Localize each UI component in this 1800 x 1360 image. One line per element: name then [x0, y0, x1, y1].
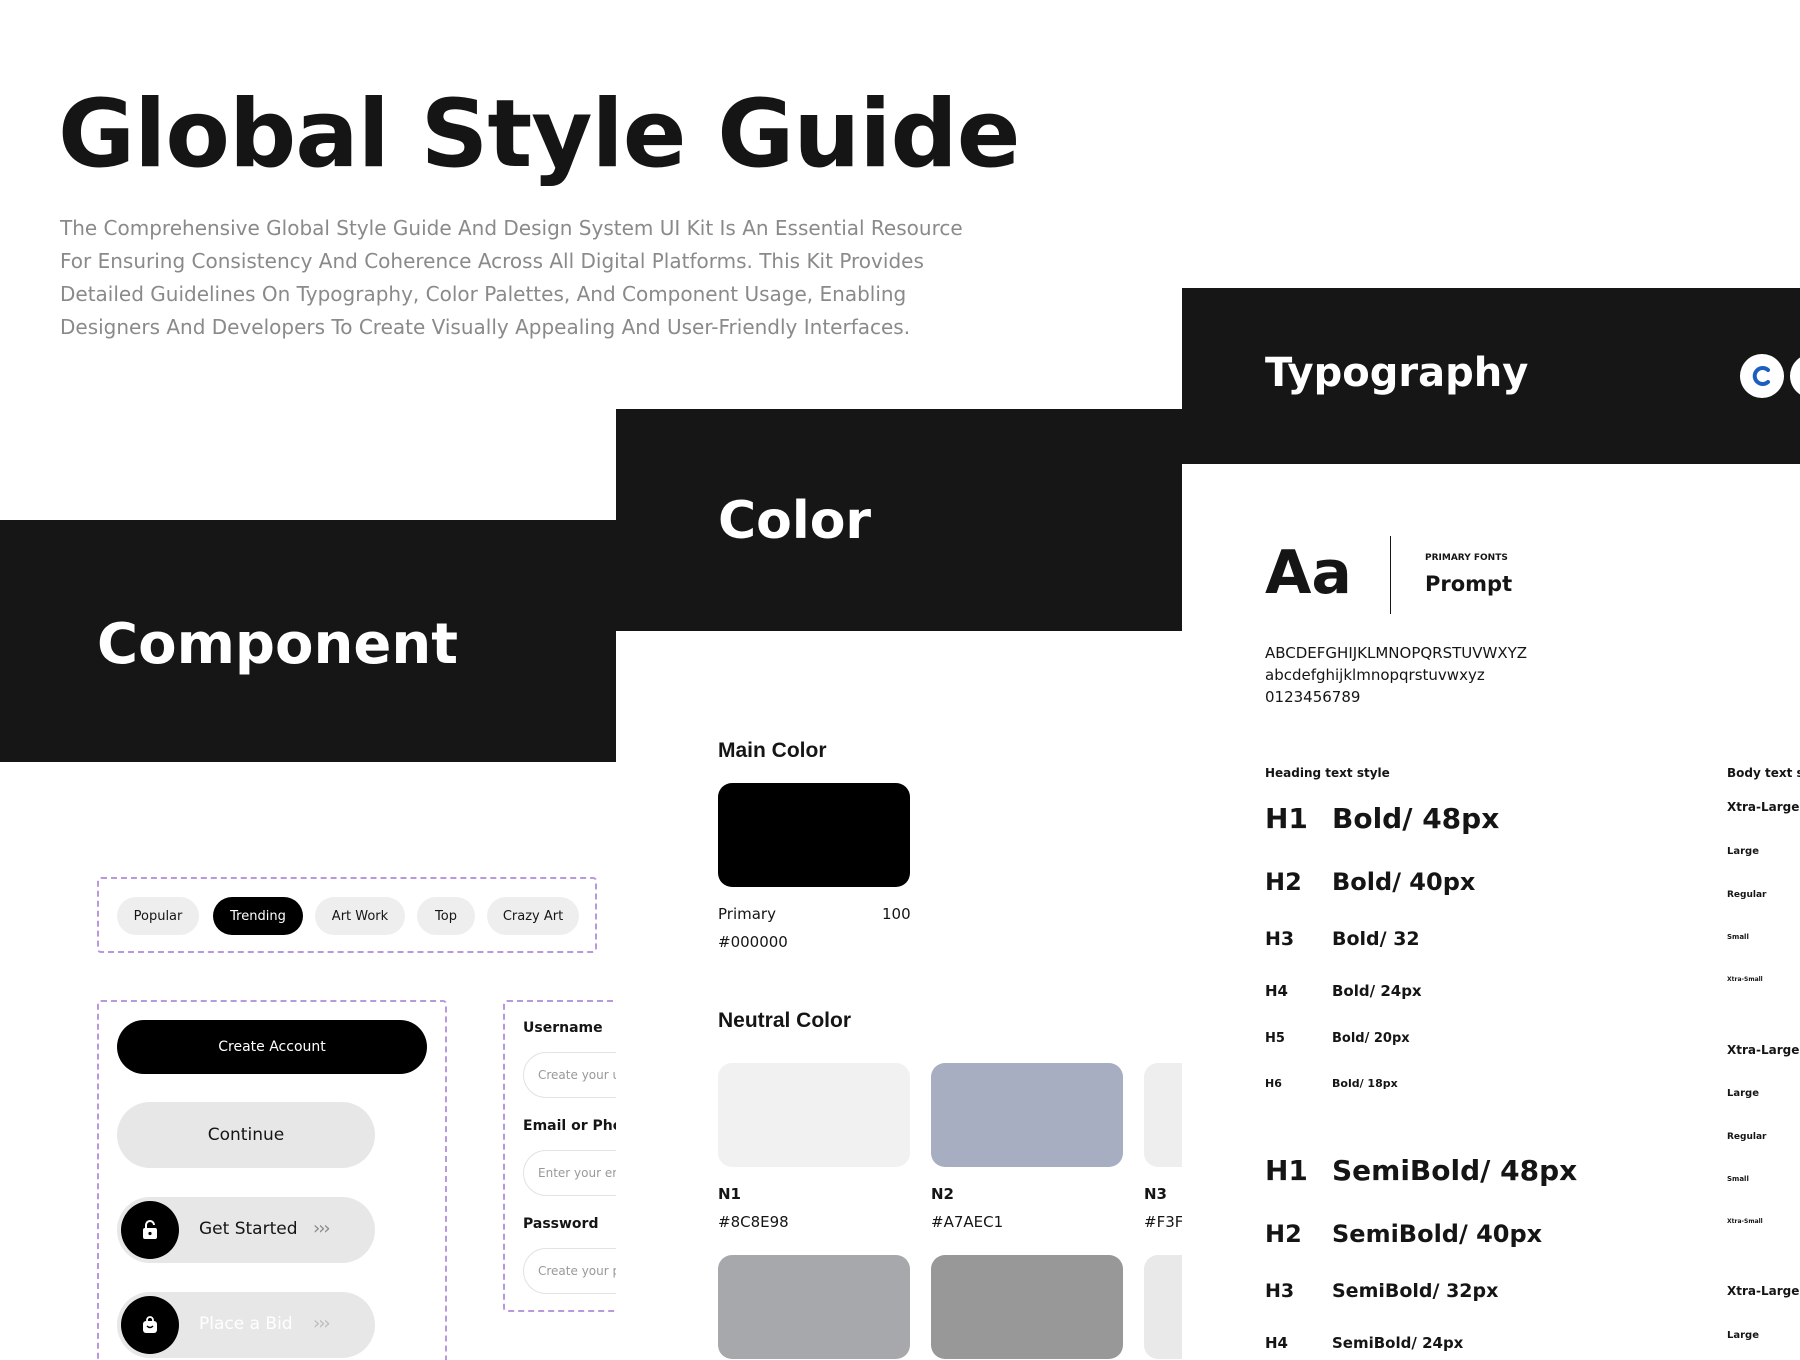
component-card-header: Component [0, 520, 616, 762]
continue-button[interactable]: Continue [117, 1102, 375, 1168]
heading-tag: H3 [1265, 1280, 1295, 1302]
component-card-title: Component [97, 612, 458, 677]
shopping-bag-icon [121, 1296, 179, 1354]
email-input[interactable]: Enter your email [523, 1150, 616, 1196]
chip-group: Popular Trending Art Work Top Crazy Art [97, 877, 597, 953]
chip-trending[interactable]: Trending [213, 897, 303, 935]
heading-desc: Bold/ 40px [1332, 868, 1476, 896]
create-account-button[interactable]: Create Account [117, 1020, 427, 1074]
digit-glyphs: 0123456789 [1265, 688, 1361, 706]
heading-desc: SemiBold/ 48px [1332, 1154, 1578, 1187]
heading-tag: H1 [1265, 1154, 1308, 1187]
typography-card-header: Typography [1182, 288, 1800, 464]
body-size-label: Large [1727, 846, 1759, 857]
typography-card: Typography Aa PRIMARY FONTS Prompt ABCDE… [1182, 288, 1800, 1360]
body-size-label: Regular [1727, 890, 1767, 900]
heading-tag: H2 [1265, 868, 1302, 896]
chip-crazy-art[interactable]: Crazy Art [487, 897, 579, 935]
neutral-swatch-n5 [931, 1255, 1123, 1359]
neutral-name: N2 [931, 1185, 954, 1203]
neutral-name: N1 [718, 1185, 741, 1203]
neutral-swatch-n1 [718, 1063, 910, 1167]
primary-value: 100 [882, 905, 911, 923]
heading-tag: H4 [1265, 1334, 1288, 1352]
password-input[interactable]: Create your password [523, 1248, 616, 1294]
uppercase-glyphs: ABCDEFGHIJKLMNOPQRSTUVWXYZ [1265, 644, 1528, 662]
password-label: Password [523, 1216, 599, 1232]
chip-top[interactable]: Top [417, 897, 475, 935]
chip-art-work[interactable]: Art Work [315, 897, 405, 935]
heading-desc: Bold/ 18px [1332, 1077, 1398, 1090]
primary-name: Primary [718, 905, 776, 923]
primary-hex: #000000 [718, 933, 788, 951]
place-bid-label: Place a Bid [199, 1314, 293, 1334]
body-size-label: Small [1727, 933, 1749, 941]
neutral-swatch-n6 [1144, 1255, 1182, 1359]
button-group: Create Account Continue Get Started ››› … [97, 1000, 447, 1360]
body-size-label: Xtra-Small [1727, 976, 1763, 983]
body-size-label: Xtra-Large [1727, 800, 1800, 814]
chip-popular[interactable]: Popular [117, 897, 199, 935]
heading-desc: Bold/ 48px [1332, 802, 1500, 835]
unlock-icon [121, 1201, 179, 1259]
page-title: Global Style Guide [58, 80, 1021, 189]
neutral-swatch-n3 [1144, 1063, 1182, 1167]
body-size-label: Xtra-Large [1727, 1284, 1800, 1298]
heading-tag: H6 [1265, 1077, 1282, 1090]
color-card-header: Color [616, 409, 1182, 631]
email-label: Email or Phone [523, 1118, 616, 1134]
username-input[interactable]: Create your username [523, 1052, 616, 1098]
place-bid-button[interactable]: Place a Bid ››› [117, 1292, 375, 1358]
typography-card-title: Typography [1265, 350, 1529, 396]
neutral-hex: #A7AEC1 [931, 1213, 1004, 1231]
body-size-label: Large [1727, 1330, 1759, 1341]
brand-logo-icon [1740, 354, 1784, 398]
font-sample: Aa [1265, 538, 1352, 608]
neutral-hex: #F3F3F3 [1144, 1213, 1182, 1231]
heading-desc: SemiBold/ 32px [1332, 1280, 1499, 1302]
color-card: Color Main Color Primary 100 #000000 Neu… [616, 409, 1182, 1360]
brand-logo-icon [1790, 354, 1800, 398]
get-started-button[interactable]: Get Started ››› [117, 1197, 375, 1263]
neutral-swatch-n2 [931, 1063, 1123, 1167]
heading-desc: SemiBold/ 24px [1332, 1334, 1464, 1352]
body-size-label: Xtra-Large [1727, 1043, 1800, 1057]
component-card: Component Popular Trending Art Work Top … [0, 520, 616, 1360]
heading-style-label: Heading text style [1265, 766, 1390, 780]
neutral-color-title: Neutral Color [718, 1009, 852, 1032]
body-size-label: Large [1727, 1088, 1759, 1099]
triple-chevron-icon: ››› [313, 1313, 331, 1334]
neutral-hex: #8C8E98 [718, 1213, 789, 1231]
triple-chevron-icon: ››› [313, 1218, 331, 1239]
primary-swatch [718, 783, 910, 887]
heading-tag: H2 [1265, 1220, 1302, 1248]
neutral-swatch-n4 [718, 1255, 910, 1359]
heading-desc: SemiBold/ 40px [1332, 1220, 1543, 1248]
body-style-label: Body text style [1727, 766, 1800, 780]
heading-tag: H5 [1265, 1031, 1285, 1046]
primary-fonts-label: PRIMARY FONTS [1425, 553, 1508, 563]
neutral-name: N3 [1144, 1185, 1167, 1203]
get-started-label: Get Started [199, 1219, 298, 1239]
body-size-label: Small [1727, 1175, 1749, 1183]
page-description: The Comprehensive Global Style Guide And… [60, 216, 963, 339]
lowercase-glyphs: abcdefghijklmnopqrstuvwxyz [1265, 666, 1485, 684]
form-group: Username Create your username Email or P… [503, 1000, 616, 1312]
heading-tag: H1 [1265, 802, 1308, 835]
primary-font-name: Prompt [1425, 572, 1513, 596]
heading-tag: H4 [1265, 982, 1288, 1000]
username-label: Username [523, 1020, 603, 1036]
main-color-title: Main Color [718, 739, 827, 762]
divider [1390, 536, 1391, 614]
body-size-label: Regular [1727, 1132, 1767, 1142]
heading-tag: H3 [1265, 928, 1295, 950]
body-size-label: Xtra-Small [1727, 1218, 1763, 1225]
heading-desc: Bold/ 24px [1332, 982, 1422, 1000]
heading-desc: Bold/ 20px [1332, 1031, 1410, 1046]
color-card-title: Color [718, 491, 872, 551]
heading-desc: Bold/ 32 [1332, 928, 1420, 950]
